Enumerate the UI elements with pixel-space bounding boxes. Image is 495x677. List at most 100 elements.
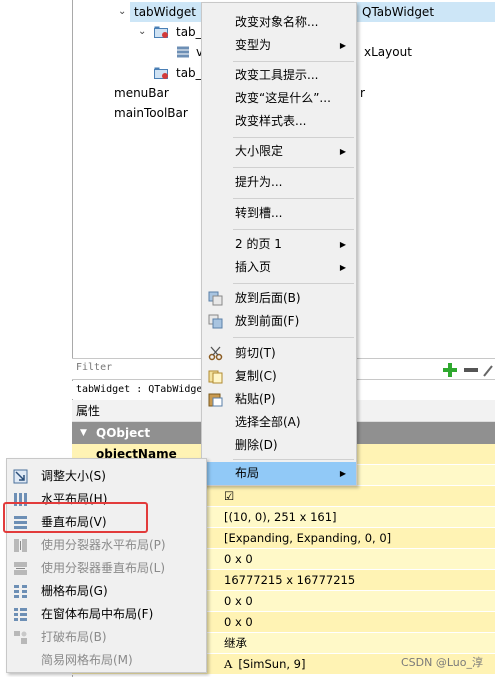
submenu-arrow-icon: ▶ [339,240,346,249]
submenu-simplify-grid-layout: 简易网格布局(M) [7,649,206,672]
splitter-vertical-icon [14,562,27,575]
property-value-maxsize: 16777215 x 16777215 [224,573,356,587]
remove-property-icon[interactable] [463,362,479,378]
font-value: [SimSun, 9] [238,657,306,671]
menu-change-object-name[interactable]: 改变对象名称... [202,11,356,34]
vertical-layout-icon [177,46,189,58]
add-property-icon[interactable] [442,362,458,378]
menu-item-label: 放到前面(F) [235,314,300,328]
submenu-item-label: 简易网格布局(M) [41,653,133,667]
property-value-minsize: 0 x 0 [224,552,253,566]
menu-change-whatsthis[interactable]: 改变“这是什么”... [202,87,356,110]
menu-separator [233,283,354,284]
menu-item-label: 改变样式表... [235,114,307,128]
submenu-splitter-horizontal: 使用分裂器水平布局(P) [7,534,206,557]
context-menu: 改变对象名称... 变型为 ▶ 改变工具提示... 改变“这是什么”... 改变样… [201,2,357,486]
menu-copy[interactable]: 复制(C) [202,365,356,388]
menu-page-of[interactable]: 2 的页 1 ▶ [202,233,356,256]
menu-send-to-back[interactable]: 放到后面(B) [202,287,356,310]
submenu-grid-layout[interactable]: 栅格布局(G) [7,580,206,603]
menu-paste[interactable]: 粘贴(P) [202,388,356,411]
menu-separator [233,61,354,62]
property-value-sizeincrement: 0 x 0 [224,594,253,608]
bring-to-front-icon [208,314,223,329]
submenu-adjust-size[interactable]: 调整大小(S) [7,465,206,488]
submenu-splitter-vertical: 使用分裂器垂直布局(L) [7,557,206,580]
submenu-form-layout[interactable]: 在窗体布局中布局(F) [7,603,206,626]
menu-item-label: 剪切(T) [235,346,276,360]
tab-widget-icon [154,26,168,38]
font-icon: A [224,657,233,671]
config-wrench-icon[interactable] [482,362,495,378]
tree-item-type: QTabWidget [362,5,435,19]
break-layout-icon [14,631,27,644]
menu-item-label: 改变对象名称... [235,15,319,29]
menu-separator [233,167,354,168]
grid-layout-icon [14,585,27,598]
collapse-arrow-icon[interactable]: ▼ [80,422,87,444]
submenu-item-label: 打破布局(B) [41,630,107,644]
submenu-arrow-icon: ▶ [339,41,346,50]
submenu-arrow-icon: ▶ [339,263,346,272]
menu-separator [233,229,354,230]
menu-item-label: 变型为 [235,38,272,52]
menu-separator [233,337,354,338]
menu-item-label: 改变工具提示... [235,68,319,82]
menu-separator [233,198,354,199]
submenu-break-layout: 打破布局(B) [7,626,206,649]
tree-item-label: menuBar [114,86,169,100]
submenu-item-label: 调整大小(S) [41,469,106,483]
menu-item-label: 选择全部(A) [235,415,301,429]
property-value-geometry: [(10, 0), 251 x 161] [224,510,337,524]
adjust-size-icon [13,469,28,484]
filter-input[interactable]: Filter [76,362,112,373]
menu-item-label: 放到后面(B) [235,291,301,305]
menu-change-tooltip[interactable]: 改变工具提示... [202,64,356,87]
menu-go-to-slot[interactable]: 转到槽... [202,202,356,225]
menu-layout[interactable]: 布局 ▶ [202,462,356,485]
section-label: QObject [96,426,151,440]
send-to-back-icon [208,291,223,306]
property-value-palette: 继承 [224,636,247,650]
tree-item-label: mainToolBar [114,106,188,120]
watermark: CSDN @Luo_淳 [401,656,483,669]
tree-item-type: r [360,86,365,100]
menu-delete[interactable]: 删除(D) [202,434,356,457]
collapse-arrow-icon[interactable]: ⌄ [138,22,146,42]
annotation-highlight-box [3,502,148,533]
menu-bring-to-front[interactable]: 放到前面(F) [202,310,356,333]
menu-insert-page[interactable]: 插入页 ▶ [202,256,356,279]
property-value-basesize: 0 x 0 [224,615,253,629]
menu-separator [233,459,354,460]
submenu-item-label: 使用分裂器水平布局(P) [41,538,166,552]
form-layout-icon [14,608,27,621]
submenu-item-label: 在窗体布局中布局(F) [41,607,154,621]
enabled-checkbox[interactable]: ☑ [224,486,234,507]
layout-submenu: 调整大小(S) 水平布局(H) 垂直布局(V) 使用分裂器水平布局(P) 使用分… [6,458,207,673]
splitter-horizontal-icon [14,539,27,552]
copy-icon [208,370,223,384]
menu-item-label: 大小限定 [235,144,284,158]
menu-cut[interactable]: 剪切(T) [202,342,356,365]
menu-item-label: 2 的页 1 [235,237,282,251]
menu-item-label: 插入页 [235,260,272,274]
menu-select-all[interactable]: 选择全部(A) [202,411,356,434]
submenu-arrow-icon: ▶ [339,147,346,156]
menu-item-label: 转到槽... [235,206,283,220]
submenu-item-label: 使用分裂器垂直布局(L) [41,561,166,575]
menu-size-constraints[interactable]: 大小限定 ▶ [202,140,356,163]
property-value-sizepolicy: [Expanding, Expanding, 0, 0] [224,531,392,545]
tree-item-label: tabWidget [134,5,196,19]
menu-promote-to[interactable]: 提升为... [202,171,356,194]
menu-separator [233,137,354,138]
property-value-font: A [SimSun, 9] [224,654,306,675]
collapse-arrow-icon[interactable]: ⌄ [118,2,126,22]
menu-item-label: 复制(C) [235,369,277,383]
paste-icon [208,393,223,407]
menu-change-stylesheet[interactable]: 改变样式表... [202,110,356,133]
scissors-icon [208,346,223,361]
menu-morph-into[interactable]: 变型为 ▶ [202,34,356,57]
submenu-item-label: 栅格布局(G) [41,584,108,598]
menu-item-label: 布局 [235,466,260,480]
tree-item-type: xLayout [364,45,412,59]
